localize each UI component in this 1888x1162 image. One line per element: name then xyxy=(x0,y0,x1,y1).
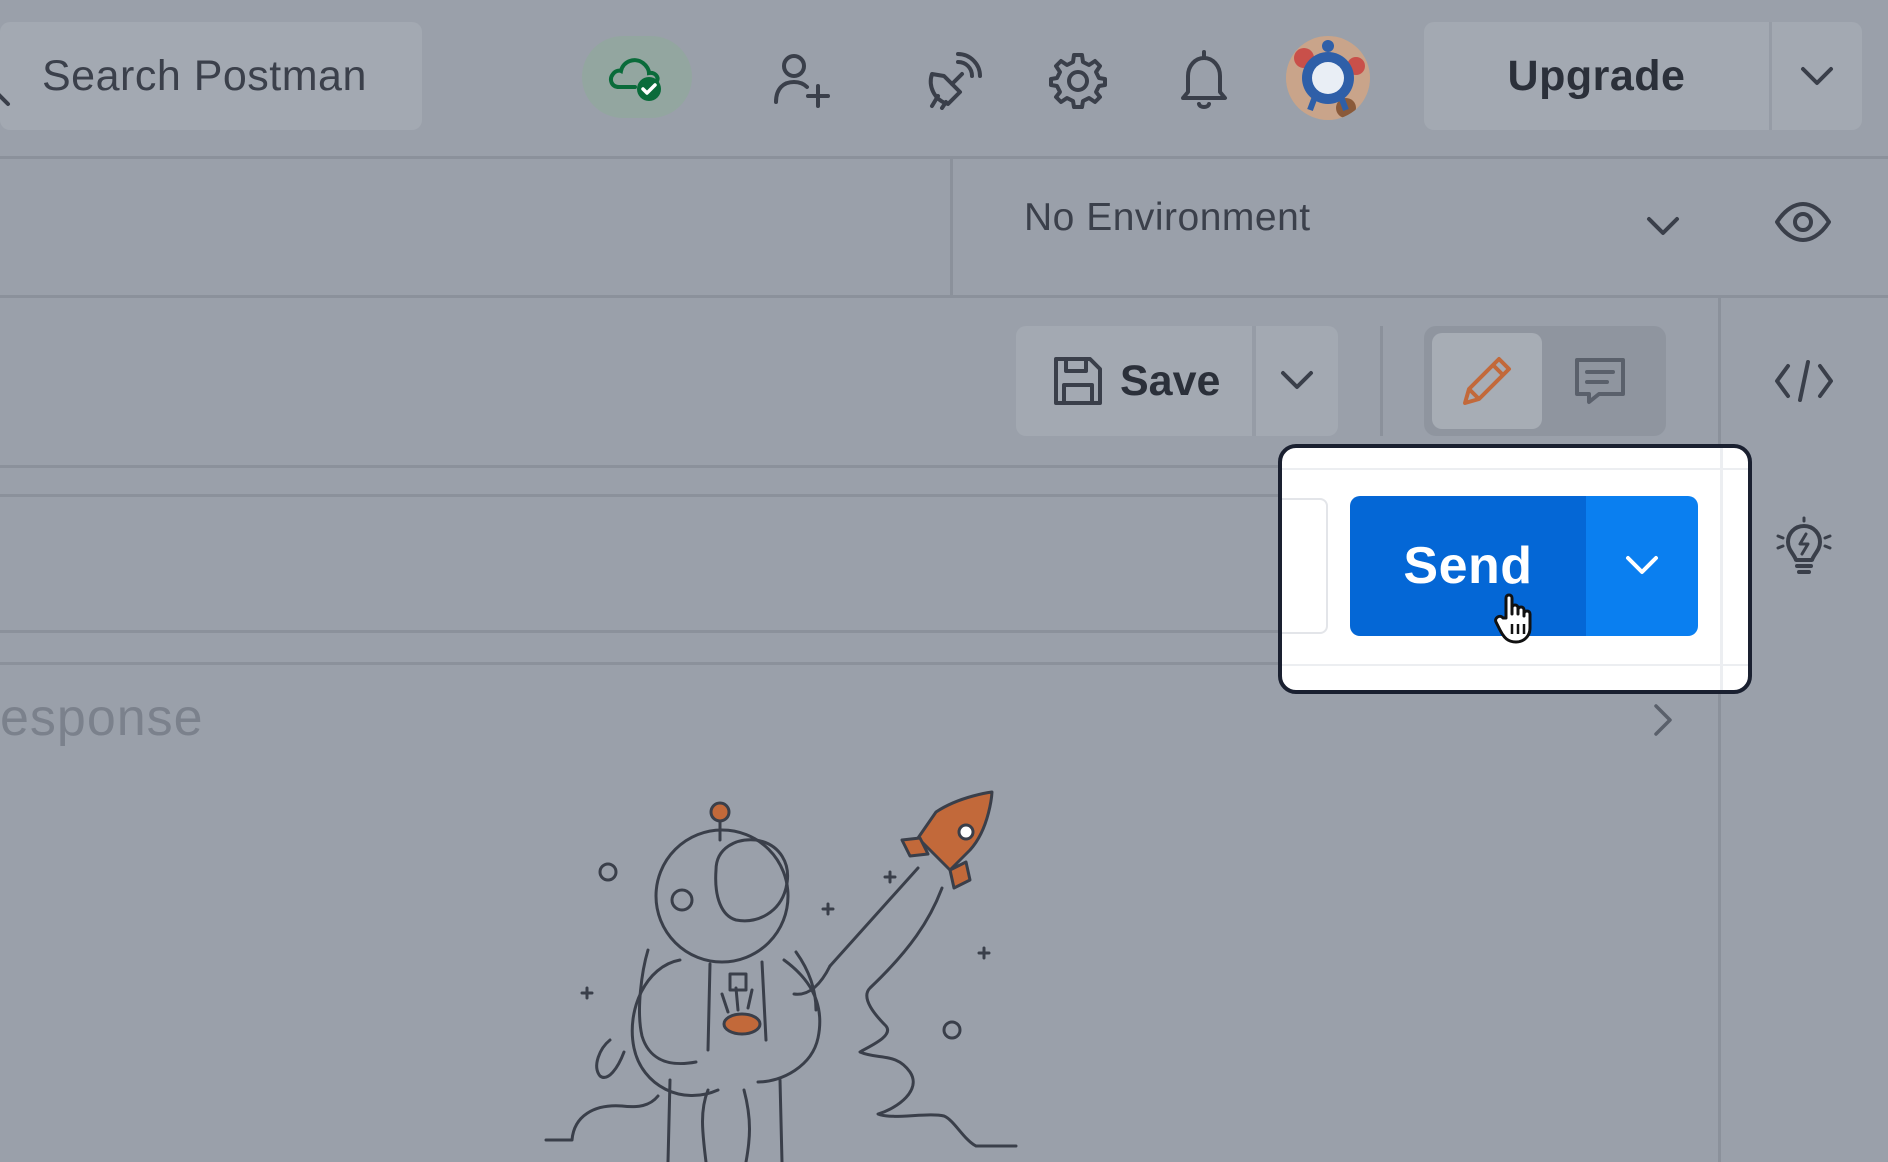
right-sidebar-divider xyxy=(1718,298,1721,1162)
save-label: Save xyxy=(1120,356,1221,405)
send-spotlight: Send xyxy=(1278,444,1752,694)
url-row-top xyxy=(0,494,1300,497)
spotlight-divider-top xyxy=(1282,468,1748,470)
response-title: esponse xyxy=(0,689,204,747)
notifications-icon[interactable] xyxy=(1172,46,1236,112)
header-divider xyxy=(0,156,1888,159)
eye-icon[interactable] xyxy=(1774,200,1832,244)
chevron-right-icon[interactable] xyxy=(1652,702,1674,738)
edit-comment-toggle xyxy=(1424,326,1666,436)
search-bar[interactable]: Search Postman xyxy=(0,22,422,130)
search-icon xyxy=(0,84,14,110)
send-button[interactable]: Send xyxy=(1350,496,1586,636)
search-placeholder: Search Postman xyxy=(42,51,367,100)
astronaut-illustration xyxy=(530,790,1050,1162)
send-menu-button[interactable] xyxy=(1586,496,1698,636)
hand-pointer-icon xyxy=(1494,592,1542,644)
save-menu-button[interactable] xyxy=(1256,326,1338,436)
spotlight-divider-bottom xyxy=(1282,664,1748,666)
environment-selector[interactable]: No Environment xyxy=(1024,196,1311,240)
upgrade-menu-button[interactable] xyxy=(1772,22,1862,130)
save-split-button: Save xyxy=(1016,326,1338,436)
chevron-down-icon xyxy=(1625,555,1659,577)
chevron-down-icon xyxy=(1280,370,1314,392)
url-input-edge[interactable] xyxy=(1282,498,1328,634)
toolbar-separator xyxy=(1380,326,1383,436)
save-button[interactable]: Save xyxy=(1016,326,1252,436)
url-row-bottom xyxy=(0,630,1300,633)
upgrade-label: Upgrade xyxy=(1507,51,1686,100)
env-row-divider xyxy=(0,295,1888,298)
comment-mode-button[interactable] xyxy=(1542,333,1658,429)
comment-icon xyxy=(1573,356,1627,406)
chevron-down-icon[interactable] xyxy=(1646,216,1680,238)
upgrade-split-button: Upgrade xyxy=(1424,22,1862,130)
save-icon xyxy=(1052,355,1104,407)
lightbulb-icon[interactable] xyxy=(1774,516,1834,578)
satellite-icon[interactable] xyxy=(922,48,986,112)
edit-mode-button[interactable] xyxy=(1432,333,1542,429)
env-divider-vertical xyxy=(950,159,953,295)
chevron-down-icon xyxy=(1800,66,1834,86)
send-label: Send xyxy=(1403,537,1533,595)
settings-icon[interactable] xyxy=(1046,48,1110,112)
code-icon[interactable] xyxy=(1774,358,1834,404)
avatar[interactable] xyxy=(1286,36,1370,120)
spotlight-sidebar-edge xyxy=(1720,448,1723,690)
invite-user-icon[interactable] xyxy=(770,48,834,112)
pencil-icon xyxy=(1459,353,1515,409)
upgrade-button[interactable]: Upgrade xyxy=(1424,22,1769,130)
cloud-sync-icon[interactable] xyxy=(582,36,692,118)
